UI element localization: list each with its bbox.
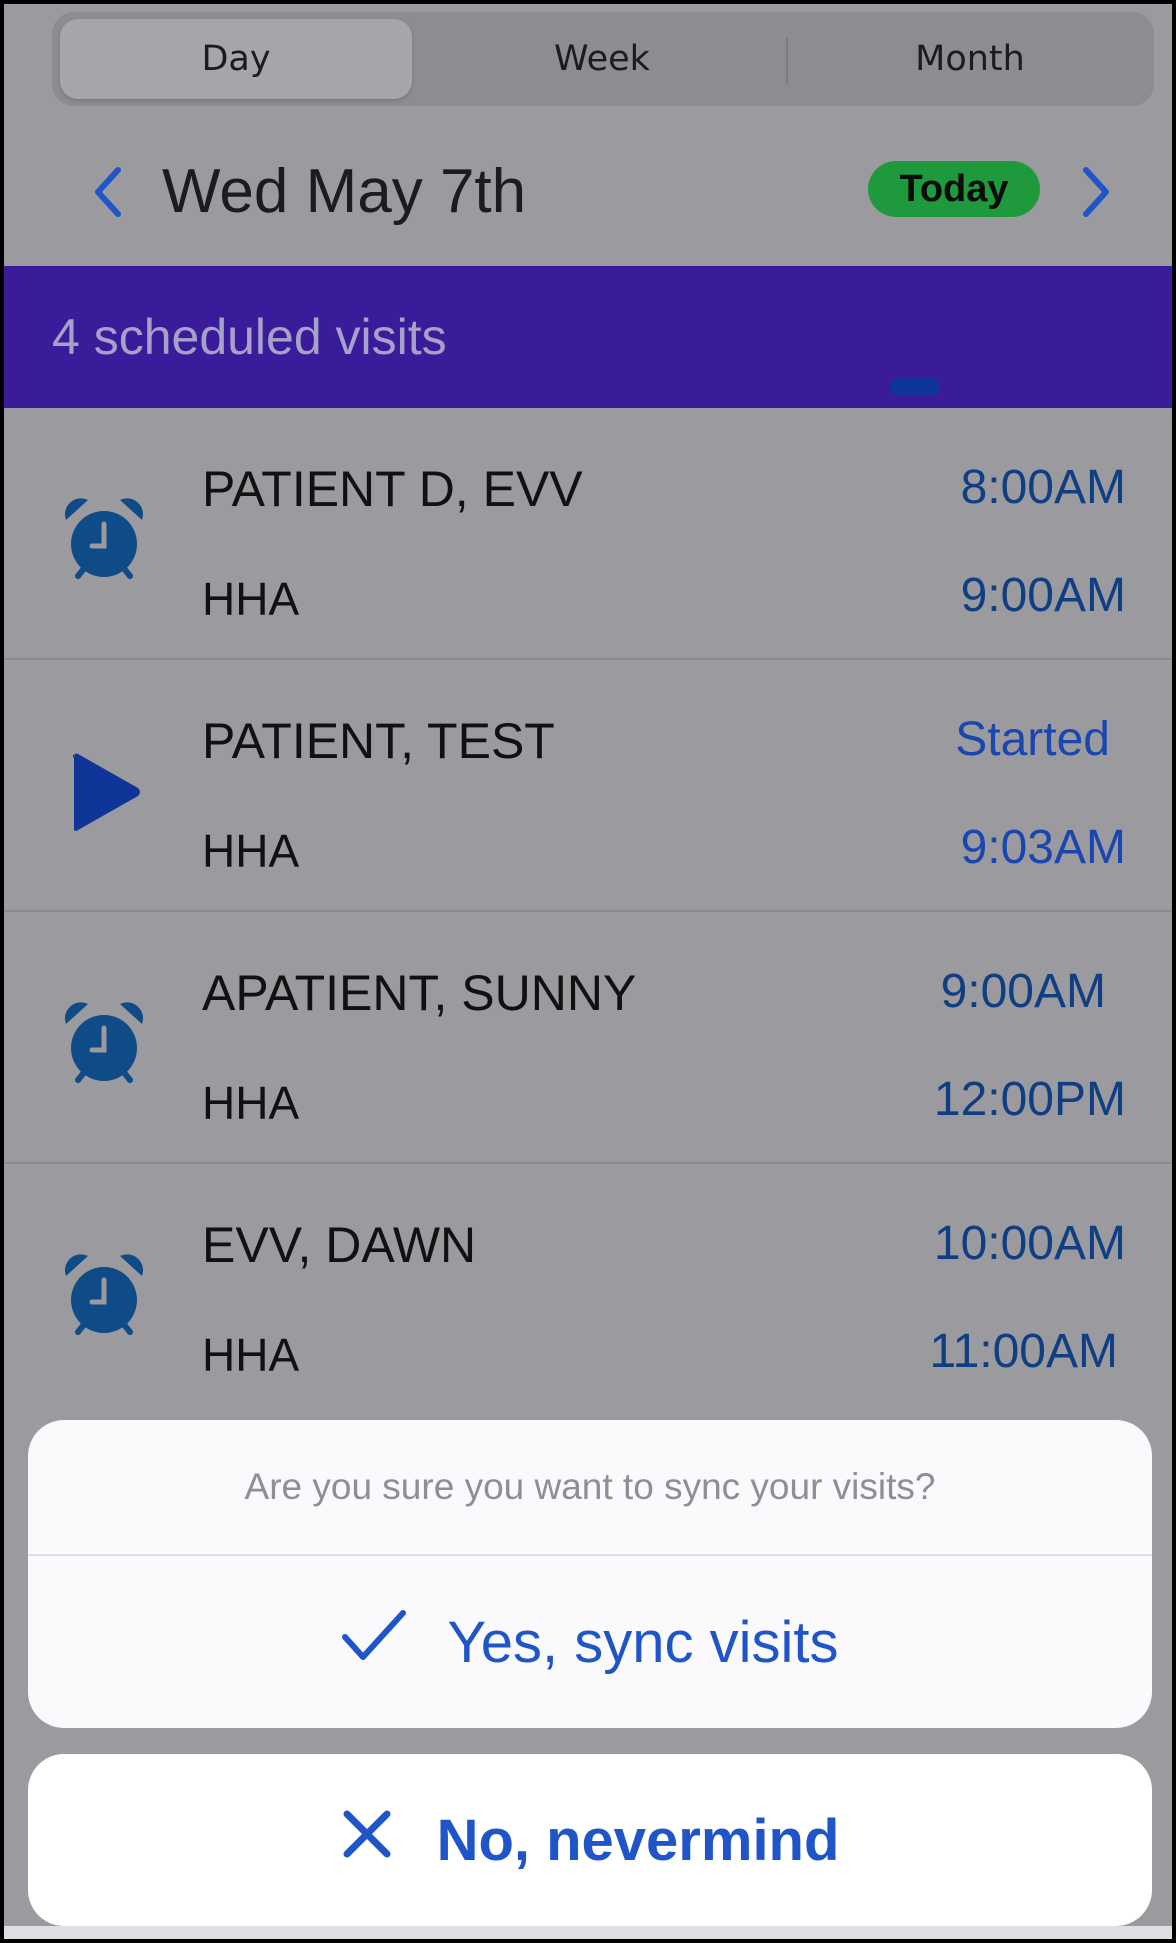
segment-divider <box>786 38 788 84</box>
visit-start-time: 10:00AM <box>933 1217 1126 1270</box>
scheduled-visits-count: 4 scheduled visits <box>52 309 447 365</box>
visit-end-time: 9:00AM <box>960 569 1126 622</box>
cancel-sync-label: No, nevermind <box>436 1807 840 1873</box>
visit-type: HHA <box>202 825 300 877</box>
tab-day-label: Day <box>201 39 271 79</box>
view-mode-segmented-control: Day Week Month <box>52 12 1154 106</box>
current-date-title: Wed May 7th <box>162 157 527 226</box>
tab-day[interactable]: Day <box>60 19 412 99</box>
visit-row[interactable]: APATIENT, SUNNY HHA 9:00AM 12:00PM <box>4 912 1172 1164</box>
sync-confirm-action-sheet: Are you sure you want to sync your visit… <box>28 1420 1152 1728</box>
alarm-clock-icon <box>58 998 150 1090</box>
patient-name: APATIENT, SUNNY <box>202 965 637 1021</box>
confirm-sync-button[interactable]: Yes, sync visits <box>28 1556 1152 1728</box>
date-navigation: Wed May 7th Today <box>4 124 1172 266</box>
screen: Day Week Month Wed May 7th Today 4 sched… <box>4 4 1172 1939</box>
sync-confirm-message: Are you sure you want to sync your visit… <box>28 1420 1152 1556</box>
visit-type: HHA <box>202 573 300 625</box>
visit-start-time: 8:00AM <box>960 461 1126 514</box>
visit-start-time: 9:00AM <box>940 965 1106 1018</box>
visit-end-time: 11:00AM <box>929 1325 1118 1378</box>
visit-end-time: 9:03AM <box>960 821 1126 874</box>
alarm-clock-icon <box>58 494 150 586</box>
patient-name: PATIENT D, EVV <box>202 461 583 517</box>
checkmark-icon <box>341 1607 407 1677</box>
tab-month[interactable]: Month <box>792 19 1148 99</box>
chevron-right-icon[interactable] <box>1076 162 1116 222</box>
confirm-sync-label: Yes, sync visits <box>447 1609 839 1675</box>
visit-row[interactable]: PATIENT, TEST HHA Started 9:03AM <box>4 660 1172 912</box>
visit-status-started: Started <box>955 713 1110 766</box>
visit-end-time: 12:00PM <box>933 1073 1126 1126</box>
scheduled-visits-banner: 4 scheduled visits <box>4 266 1172 408</box>
today-button[interactable]: Today <box>868 161 1040 217</box>
patient-name: EVV, DAWN <box>202 1217 477 1273</box>
chevron-left-icon[interactable] <box>88 162 128 222</box>
alarm-clock-icon <box>58 1250 150 1342</box>
close-icon <box>341 1807 393 1874</box>
play-icon <box>58 746 150 838</box>
visit-list: PATIENT D, EVV HHA 8:00AM 9:00AM PATIENT… <box>4 408 1172 1416</box>
visit-type: HHA <box>202 1077 300 1129</box>
visit-type: HHA <box>202 1329 300 1381</box>
tab-bar-peek <box>4 1926 1172 1939</box>
time-range-dash <box>890 378 940 396</box>
cancel-sync-button[interactable]: No, nevermind <box>28 1754 1152 1926</box>
tab-week-label: Week <box>554 39 650 79</box>
visit-row[interactable]: EVV, DAWN HHA 10:00AM 11:00AM <box>4 1164 1172 1416</box>
tab-month-label: Month <box>915 39 1025 79</box>
tab-week[interactable]: Week <box>424 19 780 99</box>
patient-name: PATIENT, TEST <box>202 713 555 769</box>
visit-row[interactable]: PATIENT D, EVV HHA 8:00AM 9:00AM <box>4 408 1172 660</box>
